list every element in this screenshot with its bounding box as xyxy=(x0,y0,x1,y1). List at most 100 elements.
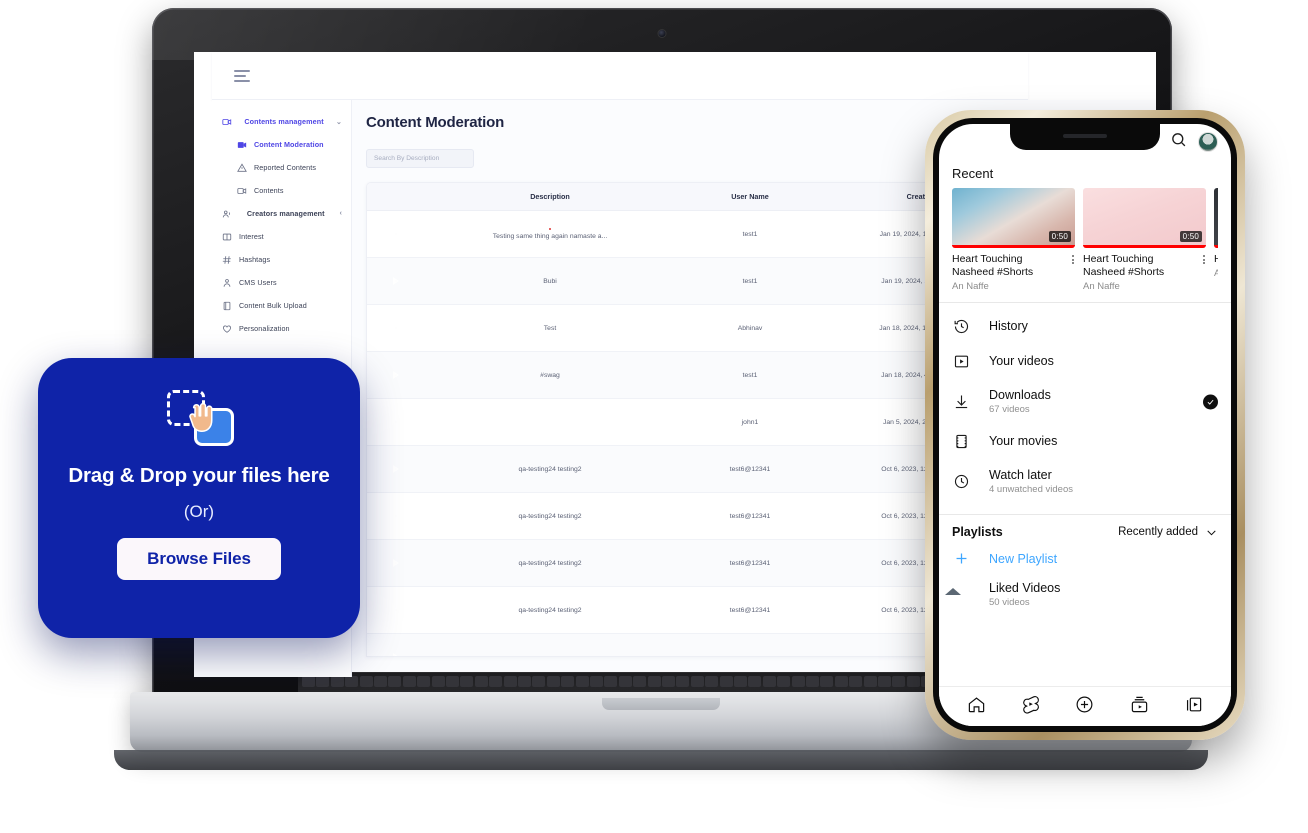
sidebar-label: Personalization xyxy=(239,324,290,333)
hand-cursor-icon xyxy=(189,402,213,432)
video-title: Heart Touching Nasheed #Shorts xyxy=(1083,253,1165,279)
cell-thumbnail[interactable] xyxy=(367,210,425,258)
cell-description: #swag xyxy=(425,351,675,399)
plus-circle-icon[interactable] xyxy=(1075,695,1094,719)
cell-description: Bubi xyxy=(425,257,675,305)
col-user-name[interactable]: User Name xyxy=(675,183,825,211)
cell-description: qa-testing24 testing2 xyxy=(425,492,675,540)
phone-bottom-nav xyxy=(939,686,1231,726)
subscriptions-icon[interactable] xyxy=(1130,695,1149,719)
playlist-title: Liked Videos xyxy=(989,581,1061,596)
library-icon[interactable] xyxy=(1184,695,1203,719)
play-box-icon xyxy=(953,353,989,370)
cell-thumbnail[interactable] xyxy=(367,492,425,540)
recent-video-row[interactable]: 0:50 Heart Touching Nasheed #Shorts An Naf… xyxy=(952,188,1218,292)
sidebar-item-contents-management[interactable]: Contents management ⌄ xyxy=(212,110,351,133)
menu-item-downloads[interactable]: Downloads 67 videos xyxy=(939,379,1231,424)
playlist-item-liked-videos[interactable]: Liked Videos 50 videos xyxy=(939,576,1231,617)
sidebar-item-content-bulk-upload[interactable]: Content Bulk Upload xyxy=(212,294,351,317)
video-duration: 0:50 xyxy=(1179,231,1202,242)
menu-item-your-videos[interactable]: Your videos xyxy=(939,344,1231,379)
video-thumbnail[interactable] xyxy=(1214,188,1218,248)
menu-item-your-movies[interactable]: Your movies xyxy=(939,424,1231,459)
menu-item-watch-later[interactable]: Watch later 4 unwatched videos xyxy=(939,459,1231,504)
user-icon xyxy=(221,277,232,288)
search-input[interactable]: Search By Description xyxy=(366,149,474,168)
sidebar-item-personalization[interactable]: Personalization xyxy=(212,317,351,340)
cell-thumbnail[interactable] xyxy=(367,445,425,493)
mockup-stage: Contents management ⌄ Content Moderation… xyxy=(0,0,1308,833)
sidebar-item-contents[interactable]: Contents xyxy=(212,179,351,202)
sidebar-item-creators-management[interactable]: Creators management ‹ xyxy=(212,202,351,225)
warning-triangle-icon xyxy=(236,162,247,173)
sidebar-item-reported-contents[interactable]: Reported Contents xyxy=(212,156,351,179)
sidebar-item-content-moderation[interactable]: Content Moderation xyxy=(212,133,351,156)
avatar[interactable] xyxy=(1199,133,1217,151)
sidebar-item-hashtags[interactable]: Hashtags xyxy=(212,248,351,271)
playlists-sort-label: Recently added xyxy=(1118,526,1198,539)
more-options-icon[interactable] xyxy=(1071,253,1075,266)
video-thumbnail[interactable]: 0:50 xyxy=(952,188,1075,248)
sidebar-item-interest[interactable]: Interest xyxy=(212,225,351,248)
playlists-header: Playlists Recently added xyxy=(939,515,1231,541)
video-card[interactable]: He An xyxy=(1214,188,1218,292)
video-channel: An Naffe xyxy=(952,281,989,293)
cell-description xyxy=(425,633,675,656)
menu-item-label: History xyxy=(989,319,1028,334)
sidebar-label: Contents xyxy=(254,186,284,195)
history-icon xyxy=(953,318,989,335)
playlist-text: Liked Videos 50 videos xyxy=(989,581,1060,608)
drag-drop-or-label: (Or) xyxy=(183,502,215,521)
new-playlist-button[interactable]: New Playlist xyxy=(939,541,1231,576)
video-card[interactable]: 0:50 Heart Touching Nasheed #Shorts An Naf… xyxy=(1083,188,1206,292)
heart-icon xyxy=(221,323,232,334)
cell-thumbnail[interactable] xyxy=(367,257,425,305)
cell-thumbnail[interactable] xyxy=(367,304,425,352)
cell-user-name: test6@12341 xyxy=(675,539,825,587)
sidebar-item-cms-users[interactable]: CMS Users xyxy=(212,271,351,294)
hash-icon xyxy=(221,254,232,265)
sidebar-label: Content Bulk Upload xyxy=(239,301,307,310)
video-channel: An xyxy=(1214,268,1218,280)
phone-bezel: Recent 0:50 Heart Touching Nasheed #Short… xyxy=(933,118,1237,732)
browse-files-button[interactable]: Browse Files xyxy=(117,538,281,580)
sidebar-label: Hashtags xyxy=(239,255,271,264)
cell-user-name: Abhinav xyxy=(675,304,825,352)
cell-description: qa-testing24 testing2 xyxy=(425,586,675,634)
cell-thumbnail[interactable] xyxy=(367,633,425,656)
chevron-left-icon: ‹ xyxy=(339,210,342,217)
cell-description xyxy=(425,398,675,446)
home-icon[interactable] xyxy=(967,695,986,719)
col-description[interactable]: Description xyxy=(425,183,675,211)
hamburger-menu-icon[interactable] xyxy=(234,69,250,82)
video-channel: An Naffe xyxy=(1083,281,1120,293)
book-icon xyxy=(221,231,232,242)
new-playlist-label: New Playlist xyxy=(989,551,1058,566)
sidebar-label: Content Moderation xyxy=(254,140,324,149)
watch-progress-bar xyxy=(1083,245,1206,248)
more-options-icon[interactable] xyxy=(1202,253,1206,266)
cell-user-name: test1 xyxy=(675,257,825,305)
cell-thumbnail[interactable] xyxy=(367,586,425,634)
sidebar-label: Reported Contents xyxy=(254,163,317,172)
cell-description: qa-testing24 testing2 xyxy=(425,445,675,493)
video-title: He xyxy=(1214,253,1218,265)
cell-thumbnail[interactable] xyxy=(367,351,425,399)
video-duration: 0:50 xyxy=(1048,231,1071,242)
webcam-icon xyxy=(658,30,666,37)
sidebar-label: Contents management xyxy=(244,117,324,126)
cell-thumbnail[interactable] xyxy=(367,398,425,446)
menu-item-history[interactable]: History xyxy=(939,309,1231,344)
drag-drop-hand-icon xyxy=(162,388,236,450)
download-icon xyxy=(953,393,989,410)
cell-thumbnail[interactable] xyxy=(367,539,425,587)
playlists-sort-button[interactable]: Recently added xyxy=(1118,526,1218,539)
sidebar-label: Interest xyxy=(239,232,264,241)
laptop-foot-shadow xyxy=(114,750,1208,770)
library-menu-list: History Your videos Downloads 67 videos Your… xyxy=(939,303,1231,504)
video-thumbnail[interactable]: 0:50 xyxy=(1083,188,1206,248)
shorts-icon[interactable] xyxy=(1021,695,1040,719)
search-icon[interactable] xyxy=(1170,131,1187,153)
cell-user-name: test6@12341 xyxy=(675,492,825,540)
video-card[interactable]: 0:50 Heart Touching Nasheed #Shorts An Naf… xyxy=(952,188,1075,292)
